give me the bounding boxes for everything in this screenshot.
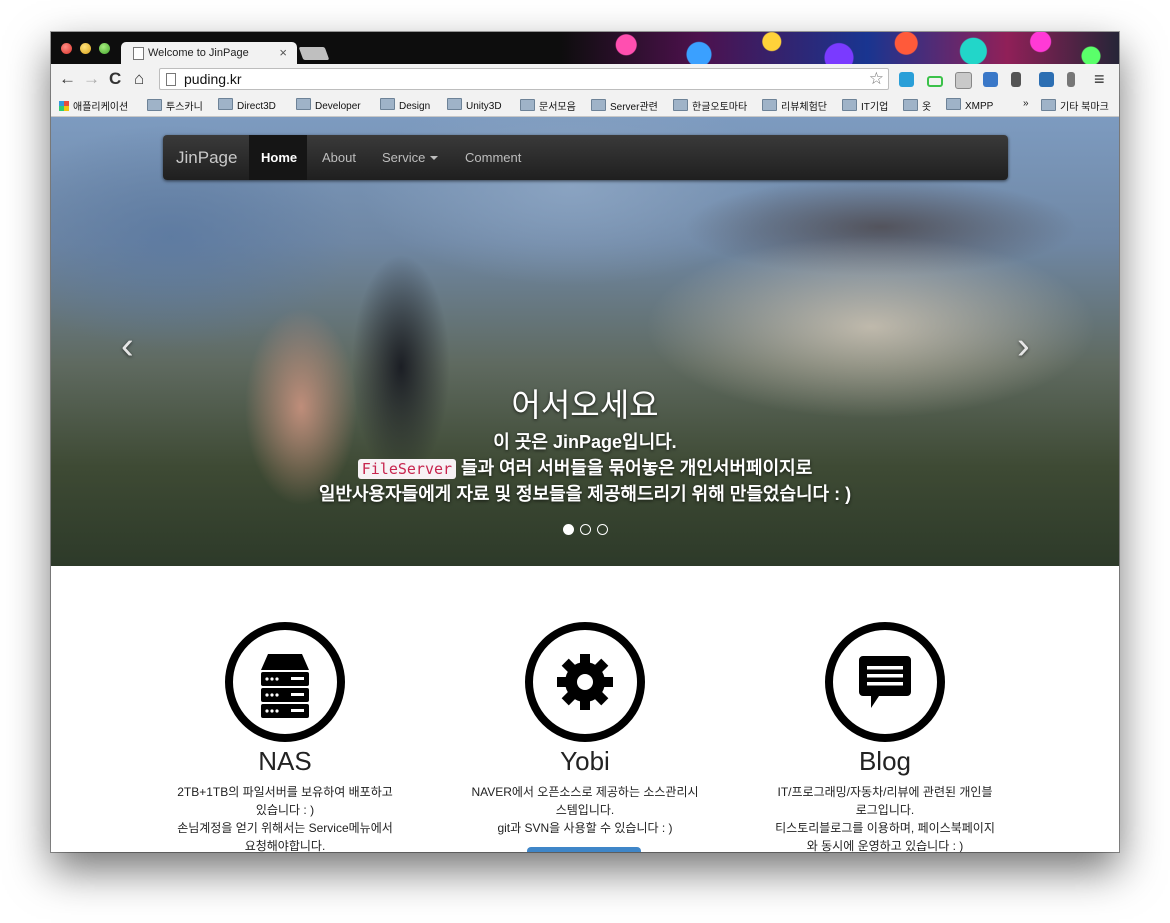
apps-icon [59, 101, 69, 111]
bookmark-star-icon[interactable]: ☆ [869, 69, 884, 89]
close-window-button[interactable] [61, 43, 72, 54]
extension-icon-1[interactable] [899, 72, 914, 87]
bookmark-apps[interactable]: 애플리케이션 [59, 98, 128, 113]
folder-icon [946, 98, 961, 110]
folder-icon [842, 99, 857, 111]
home-icon[interactable]: ⌂ [134, 69, 144, 89]
fileserver-code: FileServer [357, 459, 457, 479]
bookmark-other[interactable]: 기타 북마크 [1041, 98, 1109, 113]
folder-icon [520, 99, 535, 111]
extension-icon-5[interactable] [1011, 72, 1021, 87]
back-icon[interactable]: ← [59, 69, 76, 89]
server-icon [225, 622, 345, 742]
nav-home[interactable]: Home [249, 135, 307, 180]
bookmark-folder[interactable]: 문서모음 [520, 98, 576, 113]
hero-line-3: 일반사용자들에게 자료 및 정보들을 제공해드리기 위해 만들었습니다 : ) [318, 484, 852, 504]
hero-title: 어서오세요 [511, 387, 659, 423]
folder-icon [1041, 99, 1056, 111]
bookmark-folder[interactable]: Server관련 [591, 98, 658, 113]
extension-icon-4[interactable] [983, 72, 998, 87]
forward-icon[interactable]: → [83, 69, 100, 89]
page-icon [133, 47, 144, 60]
navbar: JinPage Home About Service Comment [163, 135, 1008, 180]
nav-service[interactable]: Service [382, 150, 439, 165]
feature-blog: Blog IT/프로그래밍/자동차/리뷰에 관련된 개인블 로그입니다. 티스토리블… [765, 622, 1005, 852]
bookmark-folder[interactable]: Unity3D [447, 98, 502, 112]
nav-comment[interactable]: Comment [465, 150, 521, 165]
bookmarks-bar: 애플리케이션 투스카니 Direct3D Developer Design Un… [51, 94, 1119, 117]
chevron-right-icon[interactable]: › [1017, 325, 1030, 368]
browser-window: Welcome to JinPage × ← → C ⌂ puding.kr ☆… [51, 32, 1119, 852]
bookmark-folder[interactable]: 투스카니 [147, 98, 203, 113]
folder-icon [218, 98, 233, 110]
menu-icon[interactable]: ≡ [1094, 69, 1105, 89]
feature-description: 2TB+1TB의 파일서버를 보유하여 배포하고 있습니다 : ) 손님계정을 얻기… [177, 785, 393, 852]
comment-icon [825, 622, 945, 742]
tab-close-icon[interactable]: × [279, 45, 287, 60]
extension-icon-6[interactable] [1039, 72, 1054, 87]
new-tab-button[interactable] [298, 47, 330, 60]
theme-decoration [559, 32, 1119, 64]
carousel-indicator-1[interactable] [562, 524, 574, 535]
folder-icon [591, 99, 606, 111]
address-bar[interactable]: puding.kr ☆ [159, 68, 889, 90]
bookmark-folder[interactable]: XMPP [946, 98, 993, 112]
tab-welcome[interactable]: Welcome to JinPage × [121, 42, 297, 64]
reload-icon[interactable]: C [109, 69, 121, 89]
nav-about[interactable]: About [322, 150, 356, 165]
zoom-window-button[interactable] [99, 43, 110, 54]
folder-icon [296, 98, 311, 110]
extension-icon-7[interactable] [1067, 72, 1075, 87]
folder-icon [762, 99, 777, 111]
gear-icon [525, 622, 645, 742]
url-text[interactable]: puding.kr [184, 71, 242, 87]
feature-description: IT/프로그래밍/자동차/리뷰에 관련된 개인블 로그입니다. 티스토리블로그를 이… [775, 785, 995, 852]
bookmark-folder[interactable]: 옷 [903, 98, 931, 113]
folder-icon [903, 99, 918, 111]
feature-nas: NAS 2TB+1TB의 파일서버를 보유하여 배포하고 있습니다 : ) 손님계정… [165, 622, 405, 852]
carousel-indicator-3[interactable] [596, 524, 608, 535]
folder-icon [447, 98, 462, 110]
extension-icon-2[interactable] [927, 76, 943, 87]
bookmark-folder[interactable]: 한글오토마타 [673, 98, 747, 113]
hero-line-2: FileServer 들과 여러 서버들을 묶어놓은 개인서버페이지로 [51, 454, 1119, 480]
feature-title: NAS [258, 746, 312, 776]
bookmark-folder[interactable]: Direct3D [218, 98, 276, 112]
hero-line-1: 이 곳은 JinPage입니다. [493, 432, 677, 452]
bookmark-folder[interactable]: Design [380, 98, 430, 112]
bookmark-folder[interactable]: Developer [296, 98, 361, 112]
brand-link[interactable]: JinPage [176, 148, 237, 168]
folder-icon [673, 99, 688, 111]
bookmarks-overflow[interactable]: » [1023, 98, 1029, 109]
feature-yobi: Yobi NAVER에서 오픈소스로 제공하는 소스관리시 스템입니다. git과 … [465, 622, 705, 837]
tab-title: Welcome to JinPage [148, 47, 249, 59]
chevron-left-icon[interactable]: ‹ [121, 325, 134, 368]
yobi-button[interactable] [527, 847, 641, 852]
carousel-indicators [51, 524, 1119, 535]
feature-title: Yobi [560, 746, 610, 776]
bookmark-folder[interactable]: IT기업 [842, 98, 888, 113]
extension-icon-3[interactable] [955, 72, 972, 89]
caret-down-icon [430, 156, 439, 160]
feature-title: Blog [858, 746, 912, 776]
feature-description: NAVER에서 오픈소스로 제공하는 소스관리시 스템입니다. git과 SVN을 … [471, 785, 699, 835]
page-icon [166, 73, 176, 86]
folder-icon [380, 98, 395, 110]
carousel-indicator-2[interactable] [579, 524, 591, 535]
hero-carousel: JinPage Home About Service Comment ‹ › 어… [51, 117, 1119, 566]
minimize-window-button[interactable] [80, 43, 91, 54]
bookmark-folder[interactable]: 리뷰체험단 [762, 98, 827, 113]
tab-strip: Welcome to JinPage × [51, 32, 1119, 64]
browser-toolbar: ← → C ⌂ puding.kr ☆ ≡ [51, 64, 1119, 94]
folder-icon [147, 99, 162, 111]
